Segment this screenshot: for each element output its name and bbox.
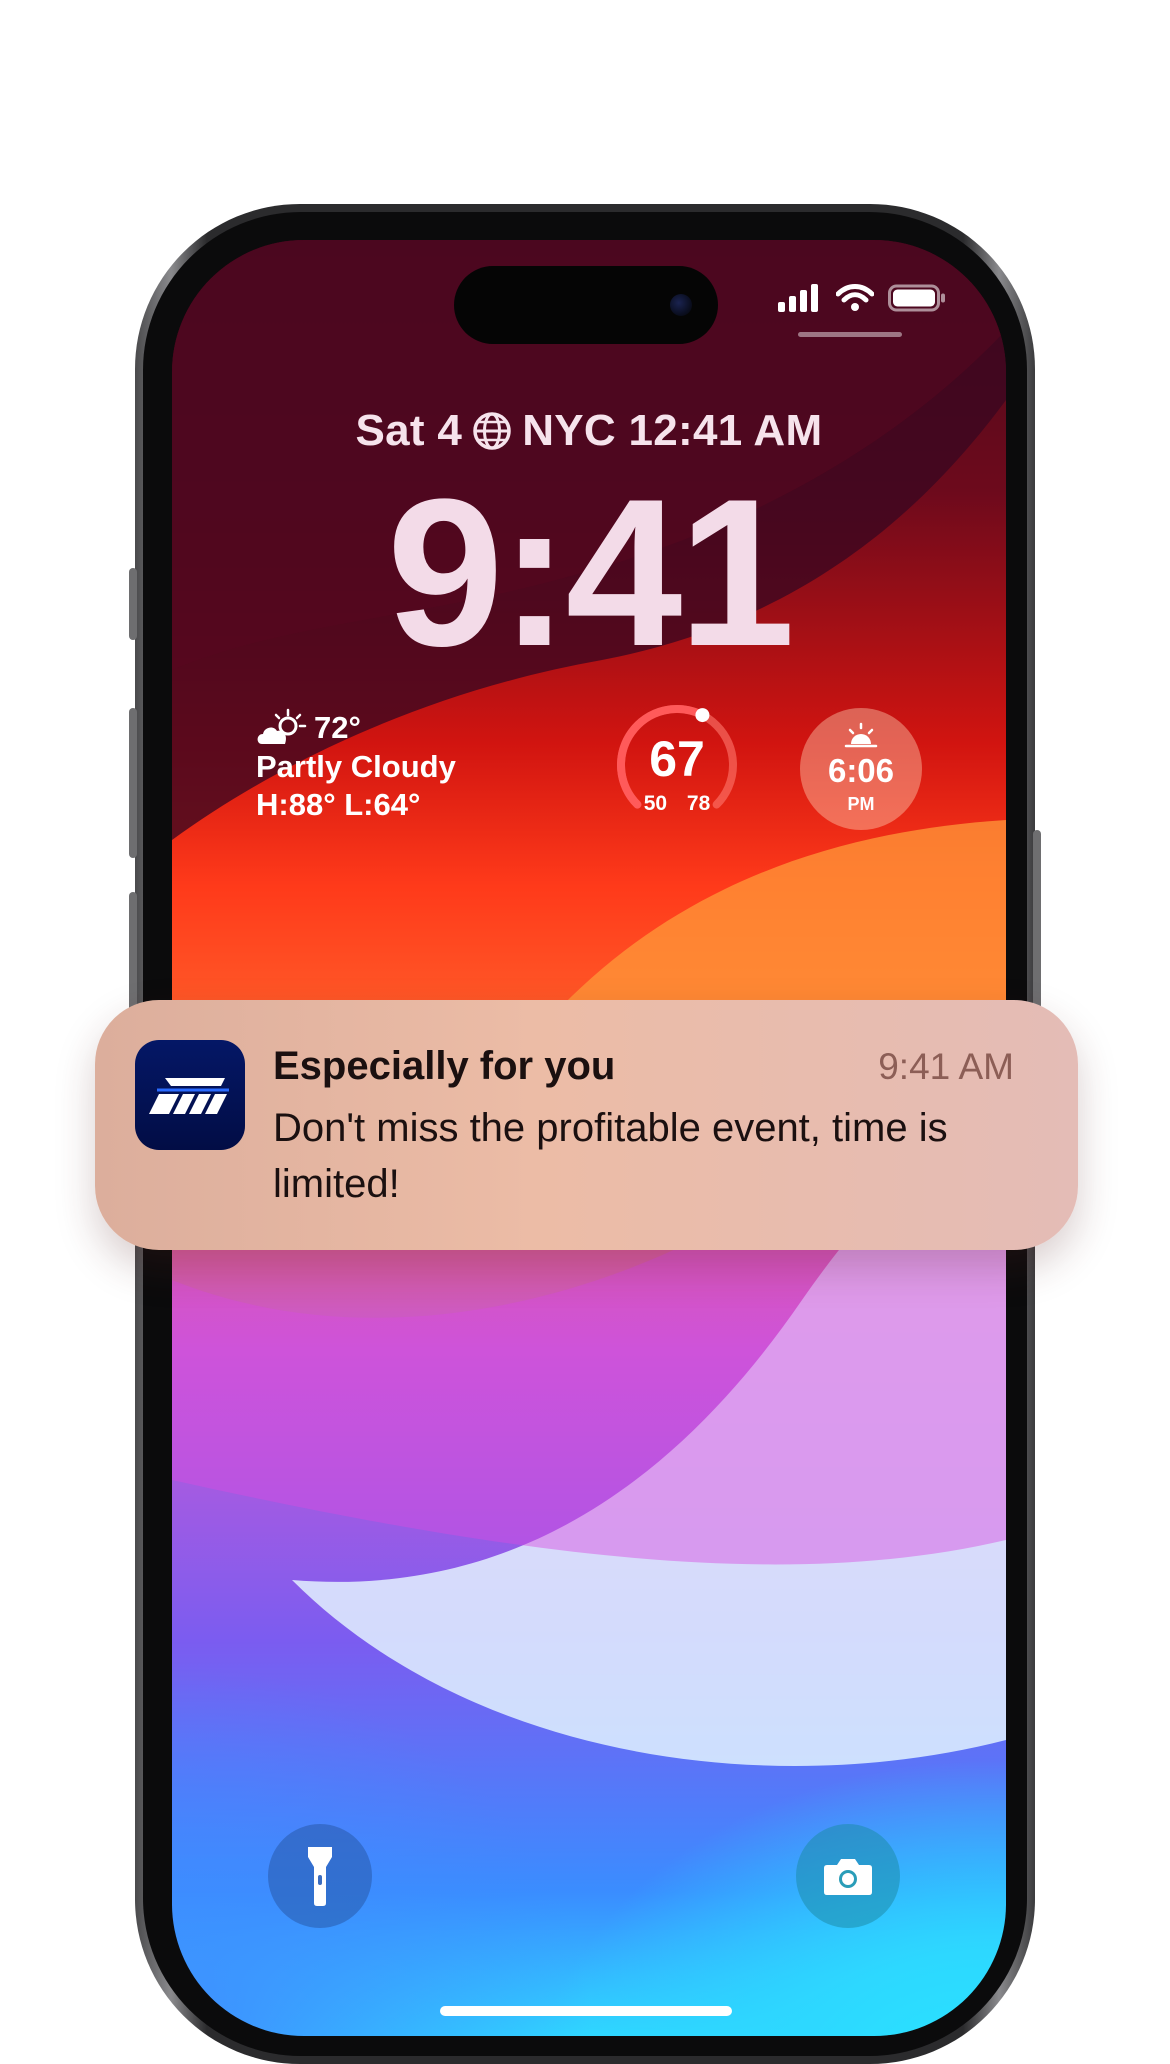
app-logo-icon bbox=[135, 1040, 245, 1150]
status-bar bbox=[778, 284, 946, 312]
camera-icon bbox=[824, 1859, 872, 1895]
weather-temperature: 72° bbox=[314, 710, 361, 745]
flashlight-icon bbox=[308, 1847, 332, 1906]
gauge-indicator-dot bbox=[695, 708, 710, 723]
front-camera-icon bbox=[670, 294, 692, 316]
globe-icon bbox=[473, 412, 511, 450]
status-underline bbox=[798, 332, 902, 337]
date-line: Sat 4 NYC 12:41 AM bbox=[172, 406, 1006, 456]
world-clock-text: NYC 12:41 AM bbox=[522, 406, 823, 455]
dynamic-island bbox=[454, 266, 718, 344]
notification-time: 9:41 AM bbox=[878, 1046, 1014, 1087]
weather-high-low: H:88° L:64° bbox=[256, 787, 421, 822]
cellular-signal-icon bbox=[778, 284, 818, 312]
sunset-widget[interactable]: 6:06 PM bbox=[800, 708, 922, 830]
gauge-range: 50 78 bbox=[643, 792, 711, 815]
date-text: Sat 4 bbox=[355, 406, 463, 455]
temperature-gauge-widget[interactable]: 67 50 78 bbox=[612, 700, 742, 830]
camera-button[interactable] bbox=[796, 1824, 900, 1928]
gauge-current-temp: 67 bbox=[649, 731, 705, 787]
sunset-ampm: PM bbox=[847, 794, 875, 814]
partly-cloudy-icon bbox=[257, 708, 307, 744]
flashlight-button[interactable] bbox=[268, 1824, 372, 1928]
notification-body: Don't miss the profitable event, time is… bbox=[273, 1106, 948, 1206]
battery-icon bbox=[888, 284, 945, 312]
lock-screen-clock: 9:41 bbox=[386, 455, 795, 690]
sunset-time: 6:06 bbox=[827, 752, 895, 789]
volume-up-button bbox=[129, 708, 137, 858]
weather-condition: Partly Cloudy bbox=[256, 749, 456, 784]
home-indicator[interactable] bbox=[440, 2006, 732, 2016]
action-button bbox=[129, 568, 137, 640]
notification-title: Especially for you bbox=[273, 1044, 616, 1088]
wifi-icon bbox=[836, 284, 874, 311]
app-logo-mark bbox=[149, 1078, 229, 1114]
notification-banner[interactable]: Especially for you 9:41 AM Don't miss th… bbox=[95, 1000, 1078, 1250]
weather-widget[interactable]: 72° Partly Cloudy H:88° L:64° bbox=[256, 708, 456, 824]
sunset-icon bbox=[844, 722, 878, 748]
